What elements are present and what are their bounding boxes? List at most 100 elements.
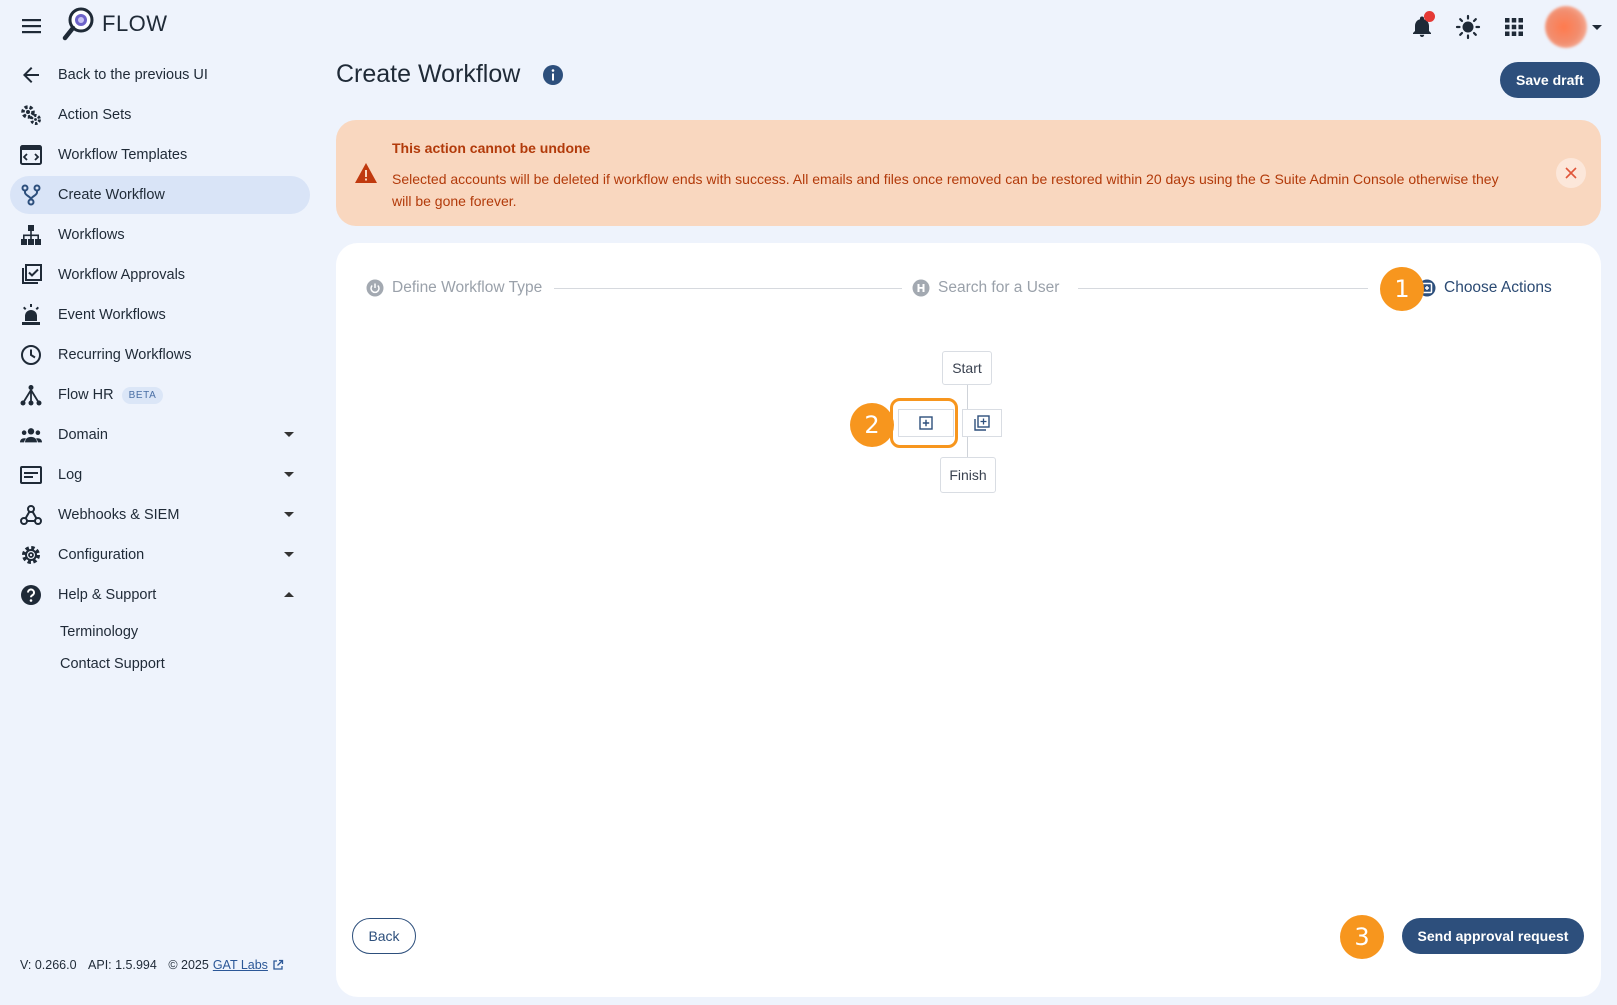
hr-network-icon xyxy=(20,384,42,406)
warning-triangle-icon xyxy=(355,163,377,183)
app-name: FLOW xyxy=(102,11,168,36)
alert-message: Selected accounts will be deleted if wor… xyxy=(392,171,1499,209)
top-bar: FLOW xyxy=(0,0,1617,50)
gears-icon xyxy=(20,104,42,126)
external-link-icon[interactable] xyxy=(272,959,284,971)
flow-start-node: Start xyxy=(942,351,992,385)
theme-toggle-sun-icon[interactable] xyxy=(1445,7,1491,47)
chevron-down-icon xyxy=(284,472,294,477)
help-circle-icon xyxy=(20,584,42,606)
sidebar-item-create-workflow[interactable]: Create Workflow xyxy=(10,176,310,214)
sidebar-item-label: Workflows xyxy=(58,227,125,243)
workflow-card: Define Workflow Type Search for a User C… xyxy=(336,243,1601,997)
avatar xyxy=(1545,6,1587,48)
sidebar-item-event-workflows[interactable]: Event Workflows xyxy=(10,296,310,334)
sidebar-item-label: Log xyxy=(58,467,83,483)
sidebar-item-workflow-templates[interactable]: Workflow Templates xyxy=(10,136,310,174)
sidebar-item-workflow-approvals[interactable]: Workflow Approvals xyxy=(10,256,310,294)
sidebar-item-action-sets[interactable]: Action Sets xyxy=(10,96,310,134)
sidebar-item-label: Action Sets xyxy=(58,107,132,123)
close-icon[interactable] xyxy=(1556,158,1586,188)
sidebar-item-label: Workflow Templates xyxy=(58,147,188,163)
sidebar-item-log[interactable]: Log xyxy=(10,456,310,494)
sidebar-item-label: Workflow Approvals xyxy=(58,267,186,283)
sidebar-item-label: Configuration xyxy=(58,547,145,563)
copyright-text: © 2025 xyxy=(168,958,209,972)
copy-plus-icon xyxy=(974,415,990,431)
log-icon xyxy=(20,464,42,486)
sidebar-item-webhooks-siem[interactable]: Webhooks & SIEM xyxy=(10,496,310,534)
hierarchy-icon xyxy=(20,224,42,246)
version-text: V: 0.266.0 xyxy=(20,958,77,972)
apps-grid-icon[interactable] xyxy=(1491,7,1537,47)
step-choose-actions[interactable]: Choose Actions xyxy=(1418,273,1552,303)
sidebar-item-label: Create Workflow xyxy=(58,187,165,203)
sidebar-item-label: Event Workflows xyxy=(58,307,166,323)
footer-version-info: V: 0.266.0 API: 1.5.994 © 2025 GAT Labs xyxy=(20,958,284,972)
sidebar-item-workflows[interactable]: Workflows xyxy=(10,216,310,254)
step-connector xyxy=(554,288,902,289)
step-label: Define Workflow Type xyxy=(392,279,543,296)
alert-title: This action cannot be undone xyxy=(392,140,591,156)
flow-finish-node: Finish xyxy=(940,457,996,493)
annotation-badge-3: 3 xyxy=(1340,915,1384,959)
chevron-down-icon xyxy=(284,512,294,517)
step-connector xyxy=(1078,288,1368,289)
warning-alert: This action cannot be undone Selected ac… xyxy=(336,120,1601,226)
users-group-icon xyxy=(20,424,42,446)
add-action-button[interactable] xyxy=(898,409,954,437)
annotation-badge-1: 1 xyxy=(1380,267,1424,311)
workflow-branch-icon xyxy=(20,184,42,206)
notification-dot xyxy=(1424,11,1435,22)
gear-icon xyxy=(20,544,42,566)
chevron-up-icon xyxy=(284,592,294,597)
gat-labs-link[interactable]: GAT Labs xyxy=(213,958,268,972)
sidebar-item-help-support[interactable]: Help & Support xyxy=(10,576,310,614)
user-search-icon xyxy=(912,279,930,297)
notifications-bell-icon[interactable] xyxy=(1399,7,1445,47)
send-approval-request-button[interactable]: Send approval request xyxy=(1402,918,1584,954)
webhook-icon xyxy=(20,504,42,526)
step-search-user[interactable]: Search for a User xyxy=(912,273,1060,303)
hamburger-menu-icon[interactable] xyxy=(18,12,46,40)
sidebar-item-back-previous-ui[interactable]: Back to the previous UI xyxy=(10,56,310,94)
sidebar-item-label: Domain xyxy=(58,427,108,443)
sidebar-item-label: Back to the previous UI xyxy=(58,67,208,83)
power-icon xyxy=(366,279,384,297)
step-label: Choose Actions xyxy=(1444,279,1552,296)
save-draft-button[interactable]: Save draft xyxy=(1500,62,1600,98)
caret-down-icon xyxy=(1592,25,1602,30)
flow-connector xyxy=(967,437,968,457)
alarm-light-icon xyxy=(20,304,42,326)
sidebar-subitem-terminology[interactable]: Terminology xyxy=(0,616,320,648)
annotation-badge-2: 2 xyxy=(850,403,894,447)
clock-icon xyxy=(20,344,42,366)
chevron-down-icon xyxy=(284,552,294,557)
sidebar-item-domain[interactable]: Domain xyxy=(10,416,310,454)
sidebar-item-label: Help & Support xyxy=(58,587,157,603)
sidebar-item-flow-hr[interactable]: Flow HR BETA xyxy=(10,376,310,414)
page-title: Create Workflow xyxy=(336,60,521,88)
template-icon xyxy=(20,144,42,166)
beta-badge: BETA xyxy=(121,386,164,404)
api-version-text: API: 1.5.994 xyxy=(88,958,157,972)
arrow-left-icon xyxy=(20,64,42,86)
sidebar-item-label: Webhooks & SIEM xyxy=(58,507,180,523)
sidebar-item-label: Flow HR xyxy=(58,387,114,403)
step-label: Search for a User xyxy=(938,279,1060,296)
approval-check-icon xyxy=(20,264,42,286)
sidebar-item-configuration[interactable]: Configuration xyxy=(10,536,310,574)
plus-box-icon xyxy=(919,416,933,430)
chevron-down-icon xyxy=(284,432,294,437)
sidebar-item-recurring-workflows[interactable]: Recurring Workflows xyxy=(10,336,310,374)
flow-connector xyxy=(967,385,968,409)
back-button[interactable]: Back xyxy=(352,918,416,954)
step-define-workflow-type[interactable]: Define Workflow Type xyxy=(366,273,543,303)
add-action-set-button[interactable] xyxy=(962,409,1002,437)
account-menu[interactable] xyxy=(1545,6,1603,48)
info-icon[interactable] xyxy=(542,64,564,86)
sidebar-subitem-contact-support[interactable]: Contact Support xyxy=(0,648,320,680)
sidebar-nav: Back to the previous UI Action Sets Work… xyxy=(0,56,320,680)
flow-logo-icon xyxy=(62,7,94,41)
app-logo[interactable]: FLOW xyxy=(62,6,168,42)
